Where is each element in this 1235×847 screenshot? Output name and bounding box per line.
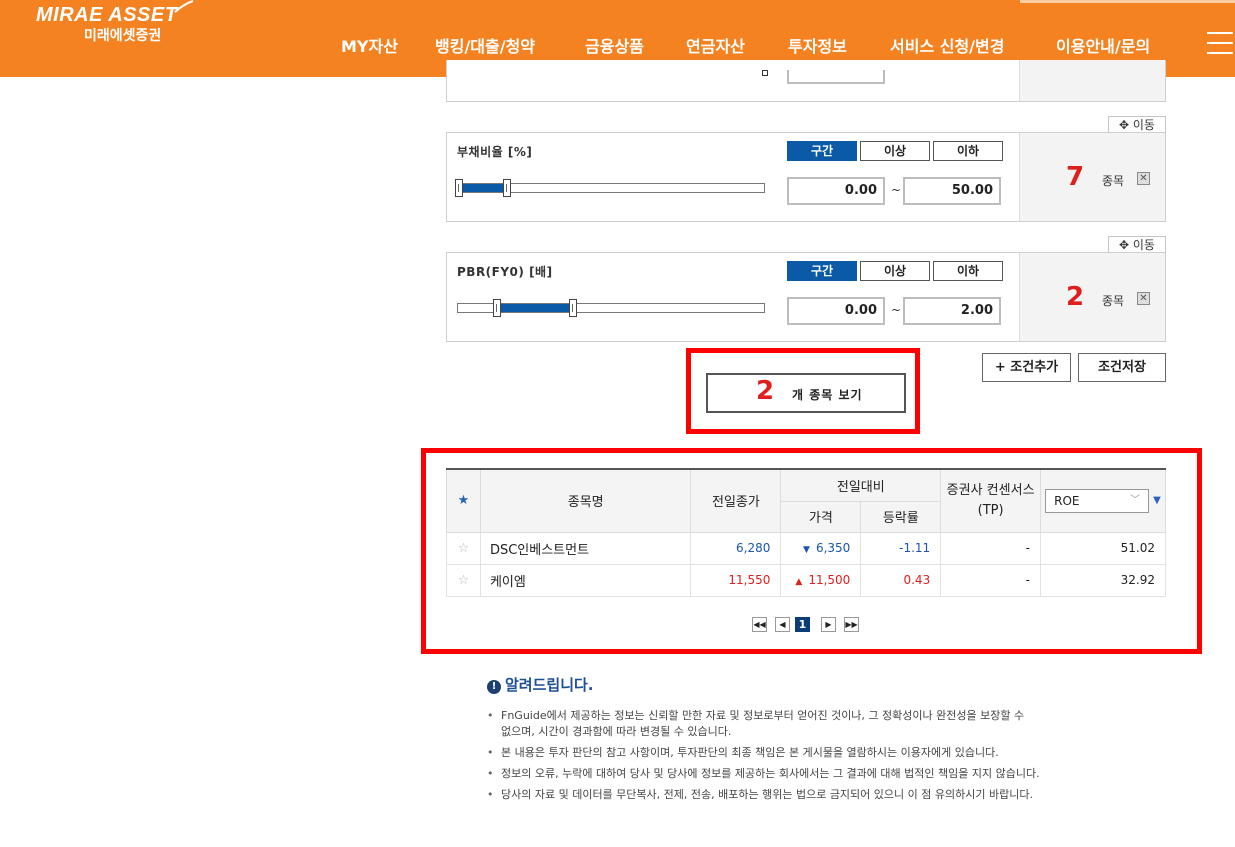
- header-roe-select[interactable]: ROE ﹀ ▼: [1040, 468, 1166, 533]
- next-page-button[interactable]: ▶: [821, 617, 836, 632]
- view-stocks-label: 개 종목 보기: [792, 388, 863, 402]
- slider-min-handle[interactable]: [455, 179, 463, 197]
- prev-page-button[interactable]: ◀: [775, 617, 790, 632]
- condition-count-area: 2 종목 ✕: [1019, 253, 1165, 341]
- nav-banking[interactable]: 뱅킹/대출/청약: [435, 33, 535, 57]
- condition-label: PBR(FY0) [배]: [457, 265, 553, 279]
- consensus-value: -: [940, 531, 1041, 565]
- condition-count-area: 7 종목 ✕: [1019, 133, 1165, 221]
- notice-item: 본 내용은 투자 판단의 참고 사항이며, 투자판단의 최종 책임은 본 게시물…: [487, 745, 1167, 761]
- slider-max-handle[interactable]: [503, 179, 511, 197]
- min-value-input[interactable]: 0.00: [787, 297, 885, 325]
- slider-fill: [460, 184, 508, 192]
- save-condition-button[interactable]: 조건저장: [1078, 353, 1166, 382]
- favorite-star-icon[interactable]: ☆: [446, 563, 481, 597]
- notice-item: FnGuide에서 제공하는 정보는 신뢰할 만한 자료 및 정보로부터 얻어진…: [487, 708, 1027, 740]
- logo-subtext: 미래에셋증권: [84, 28, 162, 44]
- segment-range-button[interactable]: 구간: [787, 261, 857, 281]
- nav-pension[interactable]: 연금자산: [686, 33, 745, 57]
- header-prev-close: 전일종가: [690, 468, 782, 533]
- condition-panel-pbr: PBR(FY0) [배] 구간 이상 이하 0.00 ~ 2.00 2 종목 ✕: [446, 252, 1166, 342]
- slider-fill: [499, 304, 575, 312]
- match-count: 2: [1066, 282, 1085, 312]
- nav-financial-products[interactable]: 금융상품: [585, 33, 644, 57]
- segment-above-button[interactable]: 이상: [860, 141, 930, 161]
- view-stock-count: 2: [756, 376, 775, 406]
- remove-condition-icon[interactable]: ✕: [1137, 172, 1150, 185]
- nav-investment-info[interactable]: 투자정보: [788, 33, 847, 64]
- roe-value: 51.02: [1040, 531, 1166, 565]
- min-value-input[interactable]: 0.00: [787, 177, 885, 205]
- table-row[interactable]: ☆ DSC인베스트먼트 6,280 ▼ 6,350 -1.11 - 51.02: [446, 531, 1166, 565]
- header-price: 가격: [780, 500, 862, 533]
- segment-above-button[interactable]: 이상: [860, 261, 930, 281]
- consensus-value: -: [940, 563, 1041, 597]
- logo-swoosh-icon: [174, 0, 194, 13]
- header-consensus: 증권사 컨센서스(TP): [940, 468, 1041, 533]
- condition-panel-partial: [446, 60, 1166, 102]
- match-count-unit: 종목: [1102, 174, 1125, 188]
- range-slider[interactable]: [455, 179, 765, 197]
- mirae-asset-logo[interactable]: MIRAE ASSET 미래에셋증권: [36, 4, 177, 45]
- page-number-current[interactable]: 1: [795, 617, 810, 632]
- down-arrow-icon: ▼: [803, 545, 810, 555]
- hamburger-menu-icon[interactable]: [1207, 32, 1233, 54]
- first-page-button[interactable]: ◀◀: [752, 617, 767, 632]
- nav-help[interactable]: 이용안내/문의: [1056, 33, 1150, 57]
- chevron-down-icon: ﹀: [1130, 494, 1141, 506]
- logo-text: MIRAE ASSET: [36, 4, 178, 26]
- match-count: 7: [1066, 162, 1085, 192]
- star-icon[interactable]: ★: [458, 493, 470, 508]
- prev-close-value: 6,280: [690, 531, 782, 565]
- notice-title: ! 알려드립니다.: [487, 674, 594, 695]
- roe-value: 32.92: [1040, 563, 1166, 597]
- notice-item: 당사의 자료 및 데이터를 무단복사, 전제, 전송, 배포하는 행위는 법으로…: [487, 787, 1167, 803]
- up-arrow-icon: ▲: [795, 577, 803, 587]
- header-top-strip: [1020, 0, 1235, 3]
- stock-name[interactable]: 케이엠: [479, 563, 692, 597]
- condition-label: 부채비율 [%]: [457, 145, 533, 159]
- change-rate-value: -1.11: [860, 531, 942, 565]
- header-change-group: 전일대비: [780, 468, 942, 502]
- slider-max-handle[interactable]: [569, 299, 577, 317]
- range-tilde: ~: [891, 183, 902, 197]
- change-price-cell: ▼ 6,350: [780, 531, 862, 565]
- results-table: ★ 종목명 전일종가 전일대비 증권사 컨센서스(TP) ROE ﹀ ▼ 가격 등락…: [446, 468, 1166, 597]
- favorite-star-icon[interactable]: ☆: [446, 531, 481, 565]
- nav-service-request[interactable]: 서비스 신청/변경: [890, 33, 1004, 57]
- table-row[interactable]: ☆ 케이엠 11,550 ▲ 11,500 0.43 - 32.92: [446, 563, 1166, 597]
- range-tilde: ~: [891, 303, 902, 317]
- value-input-partial[interactable]: [787, 70, 885, 84]
- favorite-header[interactable]: ★: [446, 468, 481, 533]
- last-page-button[interactable]: ▶▶: [844, 617, 859, 632]
- segment-below-button[interactable]: 이하: [933, 261, 1003, 281]
- slider-min-handle[interactable]: [493, 299, 501, 317]
- segment-below-button[interactable]: 이하: [933, 141, 1003, 161]
- segment-range-button[interactable]: 구간: [787, 141, 857, 161]
- sort-down-icon[interactable]: ▼: [1153, 495, 1161, 506]
- alert-icon: !: [487, 680, 501, 694]
- match-count-unit: 종목: [1102, 294, 1125, 308]
- notice-item: 정보의 오류, 누락에 대하여 당사 및 당사에 정보를 제공하는 회사에서는 …: [487, 766, 1167, 782]
- view-stocks-button[interactable]: 2 개 종목 보기: [706, 373, 906, 413]
- indicator-select[interactable]: ROE ﹀: [1045, 488, 1150, 513]
- nav-my-assets[interactable]: MY자산: [341, 33, 398, 57]
- notice-list: FnGuide에서 제공하는 정보는 신뢰할 만한 자료 및 정보로부터 얻어진…: [487, 708, 1167, 808]
- add-condition-button[interactable]: + 조건추가: [982, 353, 1071, 382]
- stock-name[interactable]: DSC인베스트먼트: [479, 531, 692, 565]
- header-name: 종목명: [479, 468, 692, 533]
- range-slider[interactable]: [457, 299, 765, 317]
- condition-count-area: [1019, 60, 1165, 101]
- slider-handle-partial[interactable]: [762, 70, 768, 76]
- max-value-input[interactable]: 2.00: [903, 297, 1001, 325]
- max-value-input[interactable]: 50.00: [903, 177, 1001, 205]
- prev-close-value: 11,550: [690, 563, 782, 597]
- condition-panel-debt-ratio: 부채비율 [%] 구간 이상 이하 0.00 ~ 50.00 7 종목 ✕: [446, 132, 1166, 222]
- remove-condition-icon[interactable]: ✕: [1137, 292, 1150, 305]
- change-price-cell: ▲ 11,500: [780, 563, 862, 597]
- header-rate: 등락률: [860, 500, 942, 533]
- change-rate-value: 0.43: [860, 563, 942, 597]
